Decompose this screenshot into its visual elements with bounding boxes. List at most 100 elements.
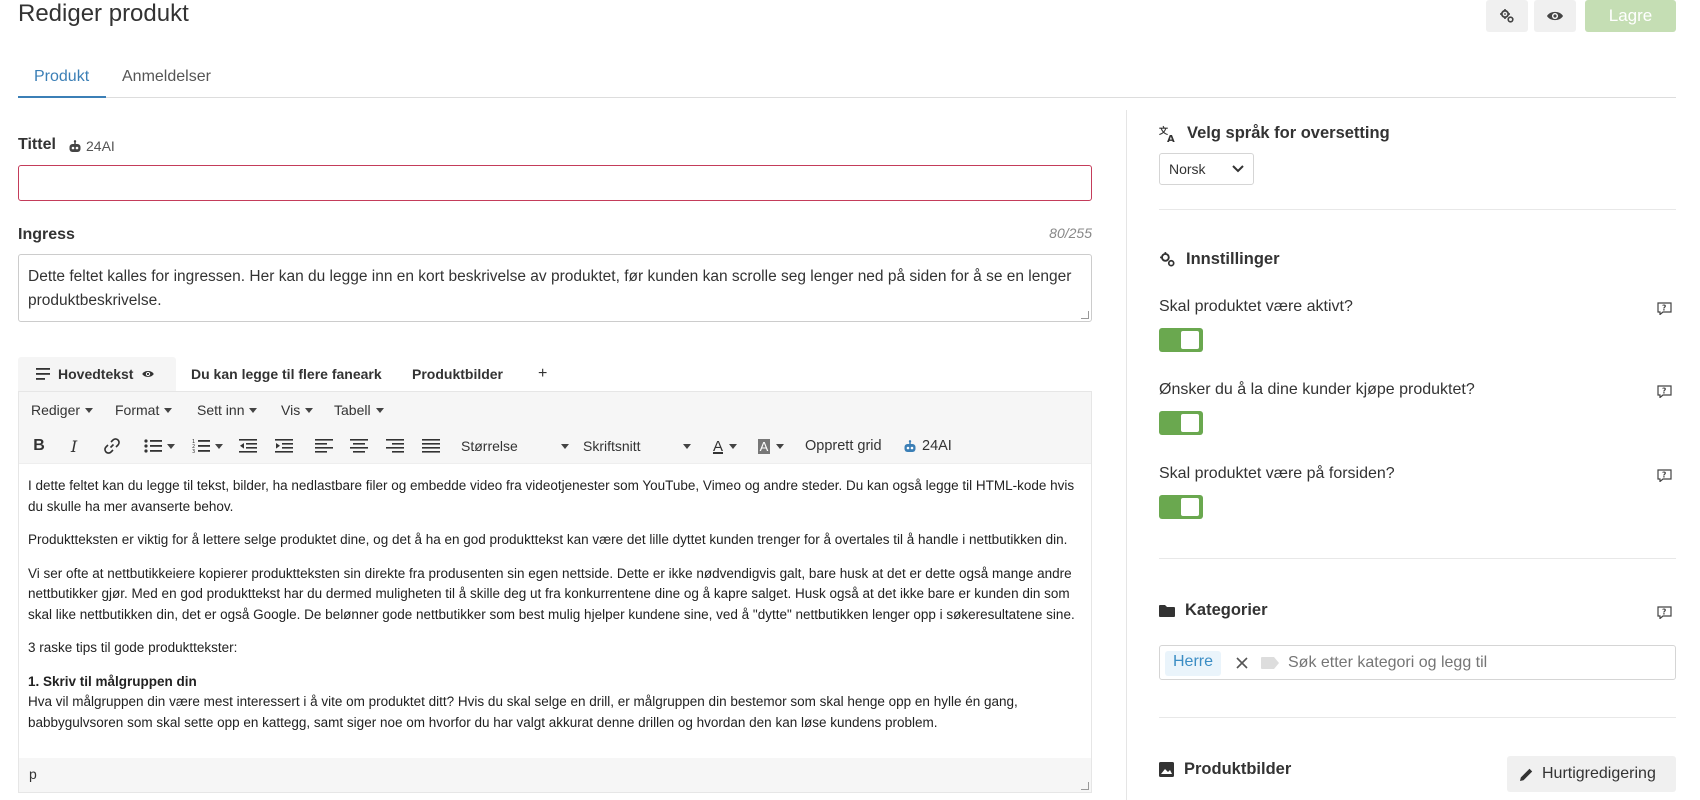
rich-text-editor: Rediger Format Sett inn Vis Tabell B I 1…	[18, 391, 1092, 793]
categories-section-title: Kategorier	[1159, 601, 1268, 620]
settings-button[interactable]	[1486, 0, 1528, 32]
numbered-list-button[interactable]: 123	[189, 436, 225, 456]
chevron-down-icon	[1232, 165, 1244, 173]
preview-button[interactable]	[1534, 0, 1576, 32]
menu-sett-inn[interactable]: Sett inn	[197, 402, 258, 418]
ingress-text: Dette feltet kalles for ingressen. Her k…	[28, 268, 1072, 309]
page-title: Rediger produkt	[18, 0, 189, 27]
editor-menubar: Rediger Format Sett inn Vis Tabell	[19, 392, 1091, 428]
editor-statusbar: p	[19, 758, 1091, 792]
section-divider	[1159, 717, 1676, 718]
gears-icon	[1160, 252, 1175, 267]
add-tab-button[interactable]: +	[538, 357, 547, 391]
toggle-purchase[interactable]	[1159, 411, 1203, 435]
caret-down-icon	[164, 407, 173, 413]
language-selected: Norsk	[1169, 161, 1206, 177]
align-left-icon[interactable]	[314, 436, 334, 456]
toggle-knob	[1181, 498, 1199, 516]
align-justify-icon[interactable]	[421, 436, 441, 456]
section-divider	[1159, 558, 1676, 559]
editor-tab-faneark[interactable]: Du kan legge til flere faneark	[191, 357, 382, 391]
editor-content[interactable]: I dette feltet kan du legge til tekst, b…	[19, 464, 1091, 754]
menu-tabell[interactable]: Tabell	[334, 402, 384, 418]
translate-icon: 文 A	[1159, 125, 1175, 143]
language-section-title: 文 A Velg språk for oversetting	[1159, 124, 1390, 143]
help-icon[interactable]: ?	[1657, 385, 1672, 398]
close-icon[interactable]	[1236, 657, 1248, 669]
image-icon	[1159, 762, 1174, 777]
caret-down-icon	[683, 443, 691, 449]
menu-rediger[interactable]: Rediger	[31, 402, 94, 418]
help-icon[interactable]: ?	[1657, 469, 1672, 482]
bullet-list-button[interactable]	[141, 436, 177, 456]
eye-icon	[1547, 11, 1563, 21]
background-color-button[interactable]: A	[753, 436, 789, 456]
font-size-label: Størrelse	[461, 438, 518, 454]
bold-icon[interactable]: B	[29, 436, 49, 456]
category-chip-label: Herre	[1173, 653, 1214, 670]
font-family-select[interactable]: Skriftsnitt	[583, 438, 691, 454]
ingress-textarea[interactable]: Dette feltet kalles for ingressen. Her k…	[18, 254, 1092, 322]
language-title-text: Velg språk for oversetting	[1187, 124, 1390, 142]
toggle-knob	[1181, 331, 1199, 349]
title-label: Tittel	[18, 136, 56, 153]
menu-vis[interactable]: Vis	[281, 402, 314, 418]
categories-title-text: Kategorier	[1185, 601, 1268, 619]
element-path[interactable]: p	[29, 766, 37, 782]
settings-title-text: Innstillinger	[1186, 250, 1280, 268]
align-center-icon[interactable]	[349, 436, 369, 456]
setting-frontpage-question: Skal produktet være på forsiden?	[1159, 465, 1395, 482]
title-ai-label: 24AI	[86, 138, 115, 154]
svg-text:3: 3	[192, 449, 195, 454]
text-color-button[interactable]: A	[707, 436, 743, 456]
outdent-icon[interactable]	[238, 436, 258, 456]
tab-anmeldelser[interactable]: Anmeldelser	[122, 68, 211, 98]
italic-icon[interactable]: I	[64, 436, 84, 456]
create-grid-button[interactable]: Opprett grid	[805, 436, 882, 456]
menu-format[interactable]: Format	[115, 402, 173, 418]
editor-tabs: Hovedtekst Du kan legge til flere fanear…	[18, 357, 1092, 391]
gears-icon	[1500, 9, 1514, 23]
editor-resize-handle[interactable]	[1081, 782, 1089, 790]
content-paragraph: Produktteksten er viktig for å lettere s…	[28, 532, 1068, 547]
save-button[interactable]: Lagre	[1585, 0, 1676, 32]
toggle-frontpage[interactable]	[1159, 495, 1203, 519]
svg-text:?: ?	[1662, 608, 1666, 617]
toggle-active[interactable]	[1159, 328, 1203, 352]
menu-label: Rediger	[31, 402, 81, 418]
content-paragraph: I dette feltet kan du legge til tekst, b…	[28, 478, 1075, 514]
help-icon[interactable]: ?	[1657, 606, 1672, 619]
language-select[interactable]: Norsk	[1159, 153, 1254, 185]
setting-active-question: Skal produktet være aktivt?	[1159, 298, 1353, 315]
caret-down-icon	[249, 407, 258, 413]
svg-text:?: ?	[1662, 387, 1666, 396]
indent-icon[interactable]	[274, 436, 294, 456]
images-section-title: Produktbilder	[1159, 760, 1291, 779]
settings-section-title: Innstillinger	[1159, 250, 1280, 269]
editor-tab-hovedtekst[interactable]: Hovedtekst	[18, 357, 176, 391]
bullet-list-icon	[143, 439, 162, 453]
tab-produkt[interactable]: Produkt	[18, 68, 106, 98]
editor-ai-button[interactable]: 24AI	[903, 436, 952, 456]
resize-handle[interactable]	[1081, 311, 1089, 319]
title-input[interactable]	[18, 165, 1092, 201]
link-icon[interactable]	[101, 436, 123, 456]
caret-down-icon	[85, 407, 94, 413]
menu-label: Format	[115, 402, 160, 418]
ingress-label: Ingress	[18, 226, 75, 243]
content-paragraph: 3 raske tips til gode produkttekster:	[28, 640, 238, 655]
font-family-label: Skriftsnitt	[583, 438, 641, 454]
category-search-input[interactable]	[1286, 649, 1666, 676]
images-title-text: Produktbilder	[1184, 760, 1292, 778]
caret-down-icon	[776, 443, 785, 449]
help-icon[interactable]: ?	[1657, 302, 1672, 315]
quick-edit-button[interactable]: Hurtigredigering	[1507, 756, 1676, 792]
category-input[interactable]: Herre	[1159, 645, 1676, 680]
text-color-icon: A	[712, 437, 723, 455]
numbered-list-icon: 123	[192, 439, 210, 454]
font-size-select[interactable]: Størrelse	[461, 438, 569, 454]
editor-tab-produktbilder[interactable]: Produktbilder	[412, 357, 503, 391]
caret-down-icon	[214, 443, 223, 449]
align-right-icon[interactable]	[385, 436, 405, 456]
title-ai-button[interactable]: 24AI	[68, 138, 115, 154]
